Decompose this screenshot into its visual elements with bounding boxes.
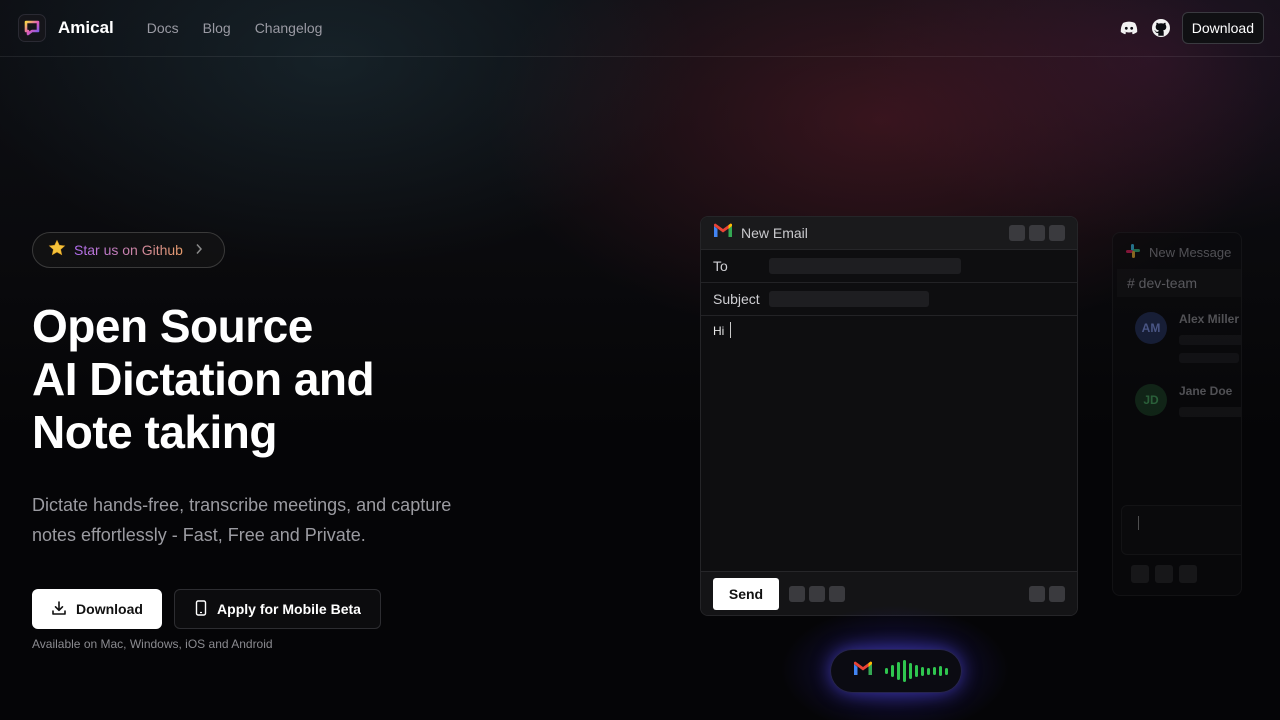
slack-toolbar (1131, 565, 1197, 583)
mobile-beta-label: Apply for Mobile Beta (217, 601, 361, 617)
hero-title: Open Source AI Dictation and Note taking (32, 300, 375, 459)
hero-title-line: AI Dictation and (32, 353, 375, 405)
hero-subtitle: Dictate hands-free, transcribe meetings,… (32, 495, 452, 545)
hero-title-line: Open Source (32, 300, 313, 352)
audio-waveform-icon (885, 660, 948, 682)
nav-links: Docs Blog Changelog (147, 20, 323, 36)
star-icon (48, 239, 66, 262)
to-input[interactable] (769, 258, 961, 274)
slack-user-name: Jane Doe (1179, 384, 1233, 398)
options-icon[interactable] (1029, 585, 1045, 602)
amical-logo-icon[interactable] (18, 14, 46, 42)
discard-icon[interactable] (1049, 585, 1065, 602)
slack-header: New Message (1125, 243, 1231, 262)
dictation-widget[interactable] (830, 649, 962, 693)
slack-icon (1125, 243, 1141, 262)
smartphone-icon (194, 599, 208, 619)
availability-note: Available on Mac, Windows, iOS and Andro… (32, 637, 273, 651)
mobile-beta-button[interactable]: Apply for Mobile Beta (174, 589, 381, 629)
avatar: JD (1135, 384, 1167, 416)
chevron-right-icon (195, 243, 203, 258)
window-controls (1009, 225, 1065, 241)
to-field-row: To (701, 250, 1077, 283)
avatar: AM (1135, 312, 1167, 344)
slack-message-input[interactable] (1121, 505, 1241, 555)
subject-label: Subject (713, 291, 760, 307)
slack-tool-icon[interactable] (1155, 565, 1173, 583)
top-nav: Amical Docs Blog Changelog Download (0, 0, 1280, 57)
subject-input[interactable] (769, 291, 929, 307)
email-header: New Email (701, 217, 1077, 250)
slack-tool-icon[interactable] (1179, 565, 1197, 583)
nav-actions: Download (1118, 12, 1264, 44)
gmail-icon (853, 661, 873, 681)
close-button[interactable] (1049, 225, 1065, 241)
nav-link-blog[interactable]: Blog (203, 20, 231, 36)
slack-channel[interactable]: # dev-team (1117, 269, 1241, 297)
text-caret (1138, 516, 1139, 530)
attach-tool-icon[interactable] (809, 585, 825, 602)
link-tool-icon[interactable] (829, 585, 845, 602)
nav-download-button[interactable]: Download (1181, 12, 1264, 44)
slack-tool-icon[interactable] (1131, 565, 1149, 583)
slack-window-title: New Message (1149, 245, 1232, 260)
star-github-pill[interactable]: Star us on Github (32, 232, 225, 268)
gmail-icon (713, 223, 733, 243)
message-placeholder (1179, 335, 1241, 345)
email-body[interactable]: Hi (701, 316, 1077, 574)
format-tool-icon[interactable] (789, 585, 805, 602)
send-button[interactable]: Send (713, 577, 779, 610)
format-toolbar (789, 585, 845, 602)
subject-field-row: Subject (701, 283, 1077, 316)
minimize-button[interactable] (1009, 225, 1025, 241)
nav-link-docs[interactable]: Docs (147, 20, 179, 36)
message-placeholder (1179, 353, 1239, 363)
star-github-label: Star us on Github (74, 242, 183, 258)
download-button-label: Download (76, 601, 143, 617)
text-caret (730, 322, 732, 338)
slack-user-name: Alex Miller (1179, 312, 1240, 326)
github-icon[interactable] (1150, 17, 1172, 39)
email-window-title: New Email (741, 225, 808, 241)
download-button[interactable]: Download (32, 589, 162, 629)
maximize-button[interactable] (1029, 225, 1045, 241)
to-label: To (713, 258, 728, 274)
email-body-text: Hi (713, 324, 725, 338)
download-icon (51, 600, 67, 619)
email-compose-window: New Email To Subject Hi Send (700, 216, 1078, 616)
discord-icon[interactable] (1118, 17, 1140, 39)
hero-title-line: Note taking (32, 406, 277, 458)
brand-name[interactable]: Amical (58, 18, 114, 38)
slack-message-window: New Message # dev-team AM Alex Miller JD… (1112, 232, 1242, 596)
footer-actions (1029, 585, 1065, 602)
nav-link-changelog[interactable]: Changelog (255, 20, 323, 36)
message-placeholder (1179, 407, 1241, 417)
